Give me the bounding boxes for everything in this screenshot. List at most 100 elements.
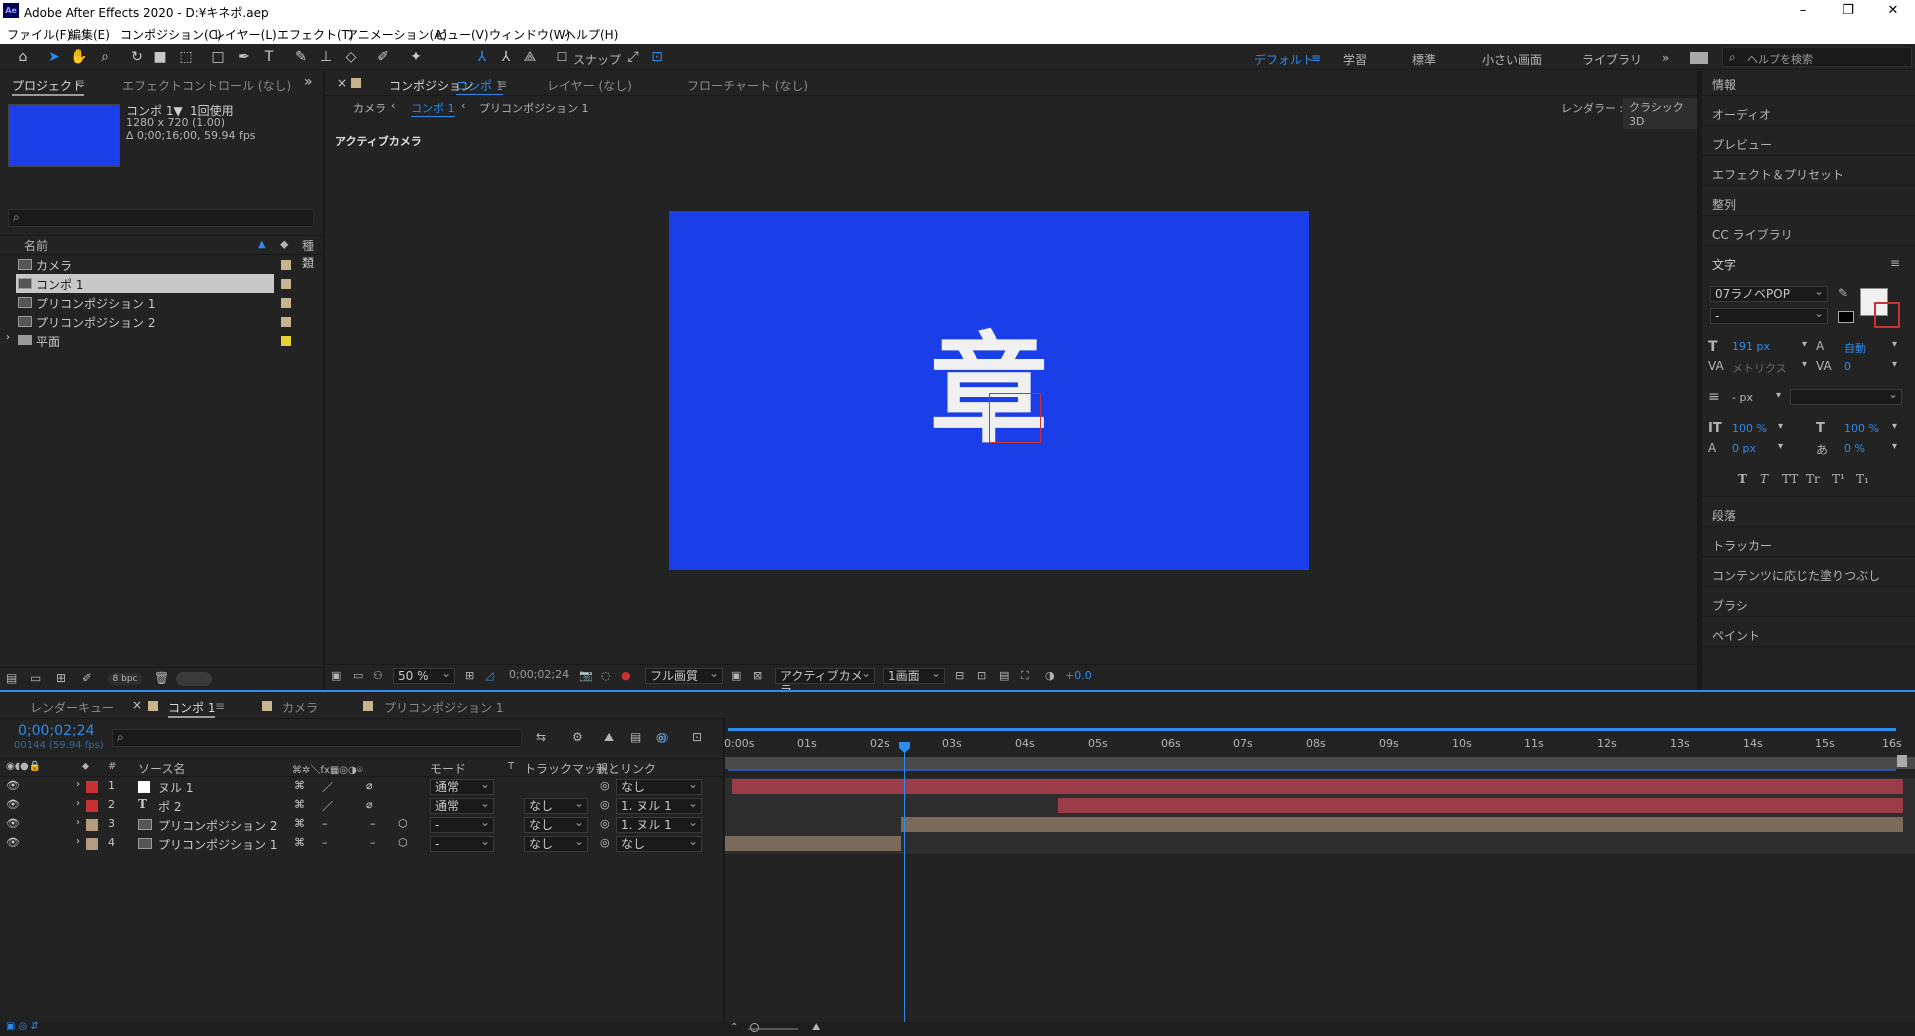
- close-tab-icon[interactable]: ×: [337, 76, 347, 90]
- tracking-value[interactable]: 0: [1844, 360, 1851, 373]
- chevron-right-icon[interactable]: ›: [6, 332, 10, 343]
- pick-whip-icon[interactable]: ◎: [600, 817, 610, 830]
- workspace-default[interactable]: デフォルト: [1254, 51, 1314, 68]
- tab-project[interactable]: プロジェクト: [12, 77, 85, 96]
- new-comp-icon[interactable]: ⊞: [56, 671, 66, 685]
- snap-checkbox[interactable]: ☐: [555, 48, 569, 66]
- close-button[interactable]: ✕: [1871, 0, 1915, 22]
- renderer-button[interactable]: クラシック3D: [1623, 98, 1697, 129]
- panel-tracker[interactable]: トラッカー: [1712, 537, 1772, 554]
- all-caps-button[interactable]: TT: [1782, 472, 1798, 486]
- panel-preview[interactable]: プレビュー: [1712, 136, 1772, 153]
- panel-content-aware-fill[interactable]: コンテンツに応じた塗りつぶし: [1712, 567, 1880, 584]
- region-of-interest-icon[interactable]: ▣: [731, 669, 741, 682]
- brush-tool-icon[interactable]: ✎: [292, 48, 310, 66]
- view-axis-icon[interactable]: ⟁: [521, 48, 539, 66]
- superscript-button[interactable]: T¹: [1832, 472, 1845, 486]
- leading-value[interactable]: 自動: [1844, 340, 1866, 356]
- font-family-dropdown[interactable]: 07ラノベPOP: [1710, 284, 1828, 302]
- layer-parent-dropdown[interactable]: 1. ヌル 1: [616, 796, 702, 814]
- faux-italic-button[interactable]: T: [1760, 472, 1768, 486]
- chevron-right-icon[interactable]: ›: [76, 798, 80, 809]
- puppet-tool-icon[interactable]: ✦: [407, 48, 425, 66]
- timeline-search-input[interactable]: ⌕: [112, 729, 522, 747]
- chevron-right-icon[interactable]: ›: [76, 779, 80, 790]
- stroke-width-value[interactable]: - px: [1732, 391, 1753, 404]
- zoom-tool-icon[interactable]: ⌕: [96, 48, 114, 66]
- layer-name[interactable]: プリコンポジション 2: [158, 817, 277, 834]
- snapshot-icon[interactable]: 📷: [579, 669, 593, 682]
- reset-exposure-icon[interactable]: ◑: [1045, 669, 1055, 682]
- layer-label-color[interactable]: [86, 838, 98, 850]
- tab-timeline-camera[interactable]: カメラ: [282, 699, 318, 716]
- layer-label-color[interactable]: [86, 819, 98, 831]
- tab-render-queue[interactable]: レンダーキュー: [30, 699, 114, 716]
- panel-more-icon[interactable]: »: [304, 74, 313, 90]
- show-snapshot-icon[interactable]: ◌: [601, 669, 611, 682]
- parent-link-header[interactable]: 親とリンク: [596, 760, 656, 777]
- home-icon[interactable]: ⌂: [12, 48, 34, 66]
- chevron-down-icon[interactable]: ▾: [1802, 339, 1807, 350]
- close-tab-icon[interactable]: ×: [132, 698, 142, 712]
- shy-switch-icon[interactable]: ⌘: [294, 798, 305, 811]
- pan-behind-tool-icon[interactable]: ⬚: [177, 48, 195, 66]
- flowchart-icon[interactable]: ⛶: [1021, 669, 1029, 683]
- pick-whip-icon[interactable]: ◎: [600, 836, 610, 849]
- menu-animation[interactable]: アニメーション(A): [346, 26, 447, 43]
- monitor-icon[interactable]: ▭: [353, 669, 363, 682]
- adjustment-switch-icon[interactable]: ⌀: [366, 779, 373, 792]
- camera-tool-icon[interactable]: ■: [151, 48, 169, 66]
- layer-name[interactable]: ポ 2: [158, 798, 181, 815]
- timeline-graph[interactable]: [725, 718, 1915, 1022]
- 3d-layer-icon[interactable]: ⬡: [398, 817, 408, 830]
- layer-row-3[interactable]: 👁 › 3 プリコンポジション 2 ⌘ – – ⬡ - なし ◎ 1. ヌル 1: [0, 815, 723, 834]
- stroke-color-swatch[interactable]: [1874, 302, 1900, 328]
- layer-label-color[interactable]: [86, 781, 98, 793]
- current-time-field[interactable]: 0;00;02;24: [503, 668, 569, 681]
- interpret-footage-icon[interactable]: ▤: [6, 671, 17, 685]
- layer-parent-dropdown[interactable]: なし: [616, 777, 702, 795]
- tsume-value[interactable]: 0 %: [1844, 442, 1865, 455]
- project-folder-solids[interactable]: › 平面: [0, 331, 323, 350]
- workspace-menu-icon[interactable]: ≡: [1311, 51, 1321, 65]
- layer-mode-dropdown[interactable]: -: [430, 834, 494, 852]
- shy-switch-icon[interactable]: ⌘: [294, 817, 305, 830]
- source-name-header[interactable]: ソース名: [138, 760, 185, 777]
- layer-row-4[interactable]: 👁 › 4 プリコンポジション 1 ⌘ – – ⬡ - なし ◎ なし: [0, 834, 723, 853]
- chevron-down-icon[interactable]: ▾: [1892, 421, 1897, 432]
- eye-icon[interactable]: 👁: [6, 779, 20, 792]
- eye-icon[interactable]: 👁: [6, 817, 20, 830]
- baseline-shift-value[interactable]: 0 px: [1732, 442, 1756, 455]
- draft-3d-icon[interactable]: ⚙: [572, 730, 583, 744]
- layer-bar-1[interactable]: [732, 779, 1903, 794]
- always-preview-icon[interactable]: ▣: [331, 669, 341, 682]
- frame-blending-icon[interactable]: ▤: [630, 730, 641, 744]
- snap-feature-icon[interactable]: ⊡: [648, 48, 666, 66]
- transparency-grid-icon[interactable]: ⊠: [753, 669, 762, 682]
- layer-mode-dropdown[interactable]: -: [430, 815, 494, 833]
- toggle-switches-icon[interactable]: ▣ ◎ ⇵: [6, 1021, 39, 1032]
- layer-name[interactable]: ヌル 1: [158, 779, 193, 796]
- tab-timeline-precomp1[interactable]: プリコンポジション 1: [384, 699, 503, 716]
- faux-bold-button[interactable]: T: [1738, 472, 1747, 486]
- comp-menu-icon[interactable]: ≡: [497, 77, 507, 91]
- tab-flowchart[interactable]: フローチャート (なし): [687, 77, 808, 94]
- clone-stamp-tool-icon[interactable]: ⊥: [317, 48, 335, 66]
- work-area-end[interactable]: [1897, 755, 1907, 767]
- menu-window[interactable]: ウィンドウ(W): [489, 26, 570, 43]
- maximize-button[interactable]: ❐: [1826, 0, 1870, 22]
- zoom-slider-handle[interactable]: [750, 1023, 759, 1032]
- menu-edit[interactable]: 編集(E): [69, 26, 110, 43]
- chevron-right-icon[interactable]: ›: [76, 817, 80, 828]
- mask-visibility-icon[interactable]: ◿: [485, 669, 493, 682]
- type-tool-icon[interactable]: T: [260, 48, 278, 66]
- project-item-comp1[interactable]: コンポ 1: [0, 274, 323, 293]
- chevron-down-icon[interactable]: ▾: [1778, 421, 1783, 432]
- shy-switch-icon[interactable]: ⌘: [294, 836, 305, 849]
- project-item-camera[interactable]: カメラ ⛶: [0, 255, 323, 274]
- channel-icon[interactable]: ●: [621, 669, 631, 682]
- black-white-swatch[interactable]: [1838, 311, 1854, 323]
- layer-parent-dropdown[interactable]: なし: [616, 834, 702, 852]
- vertical-scale-value[interactable]: 100 %: [1732, 422, 1767, 435]
- fast-preview-icon[interactable]: ⊡: [977, 669, 986, 682]
